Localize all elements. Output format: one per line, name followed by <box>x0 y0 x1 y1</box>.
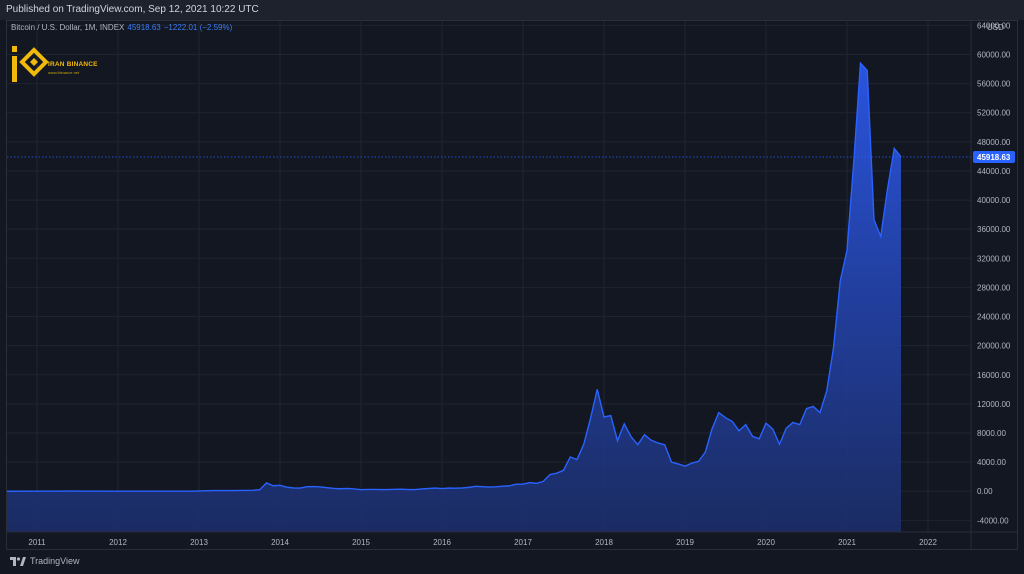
last-price-label: 45918.63 <box>977 153 1011 162</box>
x-axis[interactable]: 2011 2012 2013 2014 2015 2016 2017 2018 2019 2020… <box>28 538 937 547</box>
x-tick-label: 2011 <box>28 538 46 547</box>
x-tick-label: 2018 <box>595 538 613 547</box>
x-tick-label: 2017 <box>514 538 532 547</box>
y-tick-label: 4000.00 <box>977 458 1006 467</box>
x-tick-label: 2013 <box>190 538 208 547</box>
y-tick-label: 20000.00 <box>977 342 1011 351</box>
symbol-name: Bitcoin / U.S. Dollar, 1M, INDEX <box>11 23 125 32</box>
y-tick-label: 44000.00 <box>977 167 1011 176</box>
y-tick-label: 0.00 <box>977 487 993 496</box>
y-tick-label: 40000.00 <box>977 196 1011 205</box>
y-tick-label: -4000.00 <box>977 516 1009 525</box>
x-tick-label: 2014 <box>271 538 289 547</box>
y-axis[interactable]: 64000.0060000.0056000.0052000.0048000.00… <box>977 21 1011 525</box>
tradingview-brand[interactable]: TradingView <box>10 556 80 566</box>
logo-title: IRAN BINANCE <box>48 61 98 68</box>
y-tick-label: 52000.00 <box>977 109 1011 118</box>
y-tick-label: 28000.00 <box>977 283 1011 292</box>
y-tick-label: 56000.00 <box>977 80 1011 89</box>
brand-name: TradingView <box>30 556 80 566</box>
x-tick-label: 2022 <box>919 538 937 547</box>
legend-change: −1222.01 (−2.59%) <box>163 23 233 32</box>
y-tick-label: 16000.00 <box>977 371 1011 380</box>
x-tick-label: 2016 <box>433 538 451 547</box>
y-tick-label: 36000.00 <box>977 225 1011 234</box>
tradingview-logo-icon <box>10 556 26 566</box>
symbol-legend: Bitcoin / U.S. Dollar, 1M, INDEX 45918.63… <box>11 23 232 32</box>
currency-label: USD <box>987 23 1004 32</box>
x-tick-label: 2020 <box>757 538 775 547</box>
x-tick-label: 2021 <box>838 538 856 547</box>
y-tick-label: 8000.00 <box>977 429 1006 438</box>
y-tick-label: 24000.00 <box>977 313 1011 322</box>
x-tick-label: 2015 <box>352 538 370 547</box>
y-tick-label: 32000.00 <box>977 254 1011 263</box>
logo-subtitle: www.ibinance.net <box>48 70 80 75</box>
bottom-bar <box>0 550 1024 574</box>
price-chart[interactable]: 64000.0060000.0056000.0052000.0048000.00… <box>0 0 1024 574</box>
y-tick-label: 48000.00 <box>977 138 1011 147</box>
y-tick-label: 60000.00 <box>977 50 1011 59</box>
last-price-badge: 45918.63 <box>973 150 1015 163</box>
x-tick-label: 2012 <box>109 538 127 547</box>
x-tick-label: 2019 <box>676 538 694 547</box>
y-tick-label: 12000.00 <box>977 400 1011 409</box>
legend-price: 45918.63 <box>127 23 161 32</box>
